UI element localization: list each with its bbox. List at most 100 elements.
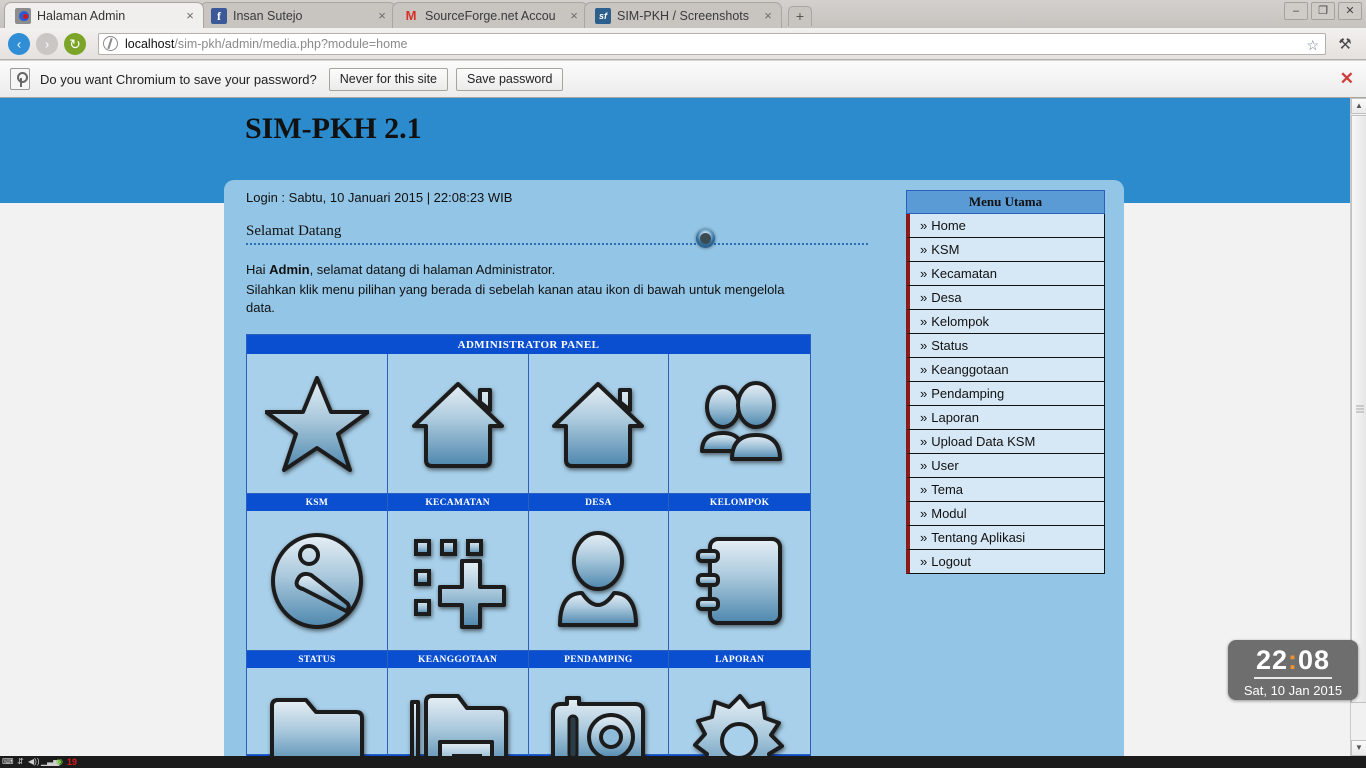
- reload-button[interactable]: ↻: [64, 32, 86, 55]
- minimize-button[interactable]: –: [1284, 2, 1308, 20]
- scroll-down-arrow-icon[interactable]: ▼: [1351, 740, 1366, 756]
- sidebar-item-status[interactable]: » Status: [906, 334, 1105, 358]
- never-for-this-site-button[interactable]: Never for this site: [328, 67, 448, 91]
- icon-container: [528, 511, 669, 650]
- instruction-text: Silahkan klik menu pilihan yang berada d…: [246, 282, 785, 315]
- folder-icon: [269, 698, 364, 756]
- tab-sourceforge-account[interactable]: M SourceForge.net Accou ×: [392, 2, 588, 28]
- panel-cell-camera[interactable]: [528, 668, 670, 756]
- group-icon: [699, 380, 782, 461]
- sidebar-item-label: Logout: [931, 554, 971, 569]
- browser-window: Halaman Admin × f Insan Sutejo × M Sourc…: [0, 0, 1366, 756]
- notification-count-badge[interactable]: 19: [67, 757, 77, 767]
- forward-button[interactable]: ›: [36, 32, 58, 55]
- tab-strip: Halaman Admin × f Insan Sutejo × M Sourc…: [0, 0, 1366, 28]
- greeting-username: Admin: [269, 262, 310, 277]
- wrench-menu-icon[interactable]: ⚒: [1332, 35, 1358, 53]
- chevron-icon: »: [920, 482, 928, 497]
- panel-row: STATUS KEANGGOTAAN PENDAMPING LAPORAN: [247, 511, 810, 668]
- sidebar-item-desa[interactable]: » Desa: [906, 286, 1105, 310]
- sidebar-item-ksm[interactable]: » KSM: [906, 238, 1105, 262]
- panel-cell-folder[interactable]: [247, 668, 388, 756]
- close-icon[interactable]: ✕: [1340, 69, 1354, 89]
- save-password-button[interactable]: Save password: [456, 67, 564, 91]
- close-icon[interactable]: ×: [183, 8, 197, 23]
- sidebar-item-tema[interactable]: » Tema: [906, 478, 1105, 502]
- panel-cell-keanggotaan[interactable]: KEANGGOTAAN: [387, 511, 529, 668]
- panel-cell-ksm[interactable]: KSM: [247, 354, 388, 511]
- scrollbar-thumb[interactable]: [1351, 115, 1366, 703]
- panel-cell-label: PENDAMPING: [528, 650, 669, 668]
- notebook-icon: [695, 536, 782, 625]
- tab-halaman-admin[interactable]: Halaman Admin ×: [4, 2, 204, 28]
- panel-cell-kelompok[interactable]: KELOMPOK: [669, 354, 810, 511]
- password-save-infobar: Do you want Chromium to save your passwo…: [0, 61, 1366, 98]
- phpmyadmin-icon: [15, 7, 31, 24]
- sidebar-item-kelompok[interactable]: » Kelompok: [906, 310, 1105, 334]
- sidebar-item-laporan[interactable]: » Laporan: [906, 406, 1105, 430]
- sidebar-item-label: Laporan: [931, 410, 979, 425]
- bookmark-star-icon[interactable]: ☆: [1306, 37, 1319, 54]
- sidebar-item-modul[interactable]: » Modul: [906, 502, 1105, 526]
- sidebar-item-upload-data-ksm[interactable]: » Upload Data KSM: [906, 430, 1105, 454]
- close-window-button[interactable]: ✕: [1338, 2, 1362, 20]
- chevron-icon: »: [920, 314, 928, 329]
- sidebar-item-label: Status: [931, 338, 969, 353]
- sidebar-item-keanggotaan[interactable]: » Keanggotaan: [906, 358, 1105, 382]
- browser-toolbar: ‹ › ↻ localhost/sim-pkh/admin/media.php?…: [0, 28, 1366, 60]
- chevron-icon: »: [920, 338, 928, 353]
- keyboard-icon[interactable]: ⌨: [2, 757, 14, 767]
- new-tab-button[interactable]: +: [788, 6, 812, 26]
- page-info-icon[interactable]: [103, 36, 118, 51]
- icon-container: [387, 354, 528, 493]
- icon-container: [247, 511, 387, 650]
- panel-cell-gear[interactable]: [669, 668, 810, 756]
- folders-icon: [409, 694, 508, 756]
- maximize-button[interactable]: ❐: [1311, 2, 1335, 20]
- panel-cell-laporan[interactable]: LAPORAN: [669, 511, 810, 668]
- camera-icon: [551, 696, 646, 756]
- sourceforge-icon: sf: [595, 7, 611, 24]
- updates-icon[interactable]: ◉: [54, 757, 65, 767]
- sidebar-item-label: User: [931, 458, 959, 473]
- sidebar-item-label: Desa: [931, 290, 962, 305]
- sidebar-item-label: Pendamping: [931, 386, 1005, 401]
- sidebar-item-home[interactable]: » Home: [906, 214, 1105, 238]
- back-arrow-icon: ‹: [16, 36, 22, 51]
- panel-cell-label: KEANGGOTAAN: [387, 650, 528, 668]
- forward-arrow-icon: ›: [44, 36, 50, 51]
- volume-icon[interactable]: ◀)): [28, 757, 39, 767]
- tab-title: Halaman Admin: [37, 8, 126, 23]
- close-icon[interactable]: ×: [375, 8, 389, 23]
- network-icon[interactable]: ⇵: [15, 757, 26, 767]
- panel-cell-folders[interactable]: [387, 668, 529, 756]
- tab-sim-pkh-screenshots[interactable]: sf SIM-PKH / Screenshots ×: [584, 2, 782, 28]
- page-container: Login : Sabtu, 10 Januari 2015 | 22:08:2…: [224, 180, 1124, 756]
- panel-cell-pendamping[interactable]: PENDAMPING: [528, 511, 670, 668]
- chevron-icon: »: [920, 554, 928, 569]
- sidebar-item-user[interactable]: » User: [906, 454, 1105, 478]
- icon-container: [528, 668, 669, 756]
- address-bar[interactable]: localhost/sim-pkh/admin/media.php?module…: [98, 32, 1326, 55]
- sidebar-item-tentang-aplikasi[interactable]: » Tentang Aplikasi: [906, 526, 1105, 550]
- scroll-up-arrow-icon[interactable]: ▲: [1351, 98, 1366, 114]
- sidebar-item-kecamatan[interactable]: » Kecamatan: [906, 262, 1105, 286]
- back-button[interactable]: ‹: [8, 32, 30, 55]
- sidebar-item-pendamping[interactable]: » Pendamping: [906, 382, 1105, 406]
- close-icon[interactable]: ×: [567, 8, 581, 23]
- system-taskbar: ⌨ ⇵ ◀)) ▁▃▅ ◉ 19: [0, 756, 1366, 768]
- panel-cell-kecamatan[interactable]: KECAMATAN: [387, 354, 529, 511]
- clock-date: Sat, 10 Jan 2015: [1243, 683, 1343, 698]
- signal-icon[interactable]: ▁▃▅: [41, 757, 59, 767]
- chevron-icon: »: [920, 530, 928, 545]
- tab-title: SIM-PKH / Screenshots: [617, 8, 749, 23]
- sidebar-menu: Menu Utama » Home » KSM » Kecamatan » Desa »…: [906, 190, 1105, 574]
- sidebar-heading: Menu Utama: [906, 190, 1105, 214]
- panel-cell-status[interactable]: STATUS: [247, 511, 388, 668]
- sidebar-item-logout[interactable]: » Logout: [906, 550, 1105, 574]
- tab-insan-sutejo[interactable]: f Insan Sutejo ×: [200, 2, 396, 28]
- close-icon[interactable]: ×: [761, 8, 775, 23]
- icon-container: [528, 354, 669, 493]
- panel-cell-desa[interactable]: DESA: [528, 354, 670, 511]
- sidebar-item-label: Kecamatan: [931, 266, 997, 281]
